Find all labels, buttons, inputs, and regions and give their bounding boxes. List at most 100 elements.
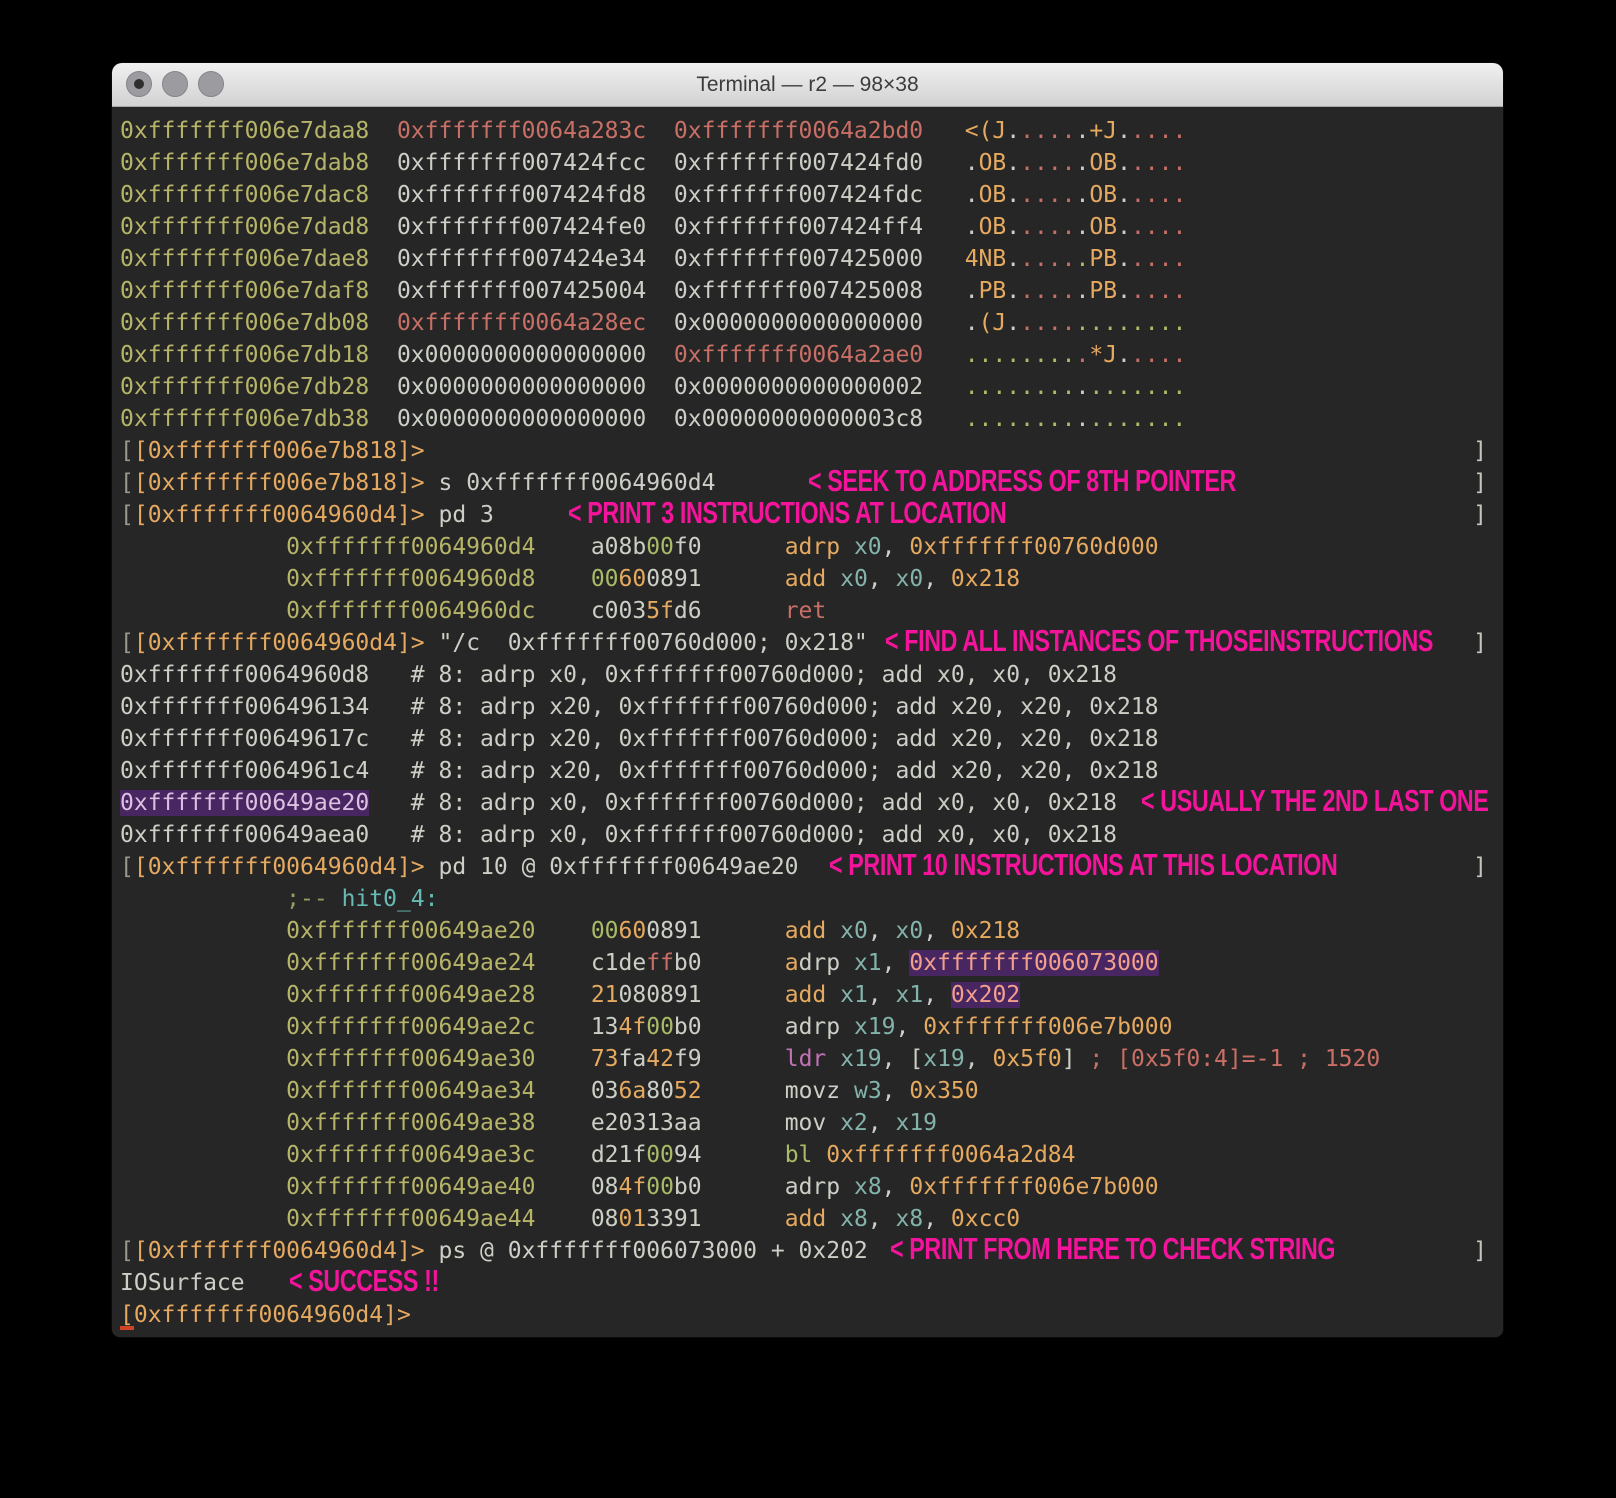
- terminal-text: ,: [923, 918, 951, 944]
- terminal-text: 03: [591, 1078, 619, 1104]
- annotation-text: < FIND ALL INSTANCES OF THOSEINSTRUCTION…: [885, 624, 1433, 658]
- terminal-text: add: [785, 566, 840, 592]
- terminal-text: [: [909, 1046, 923, 1072]
- terminal-text: .: [1075, 406, 1089, 432]
- terminal-text: OB: [979, 214, 1007, 240]
- terminal-text: 0xfffffff00649ae38: [286, 1110, 535, 1136]
- terminal-text: 0xfffffff00649ae28: [286, 982, 535, 1008]
- terminal-text: [120, 1014, 286, 1040]
- terminal-text: ,: [868, 918, 896, 944]
- terminal-text: .: [1117, 182, 1131, 208]
- terminal-text: ,: [868, 1110, 896, 1136]
- terminal-text: [120, 886, 286, 912]
- terminal-text: .: [965, 182, 979, 208]
- terminal-text: 0xfffffff006e7dad8: [120, 214, 369, 240]
- terminal-text: 00: [646, 1014, 674, 1040]
- terminal-text: ff: [646, 950, 674, 976]
- terminal-text: x19: [923, 1046, 965, 1072]
- terminal-text: .: [965, 310, 979, 336]
- terminal-text: 00: [646, 1174, 674, 1200]
- terminal-text: 0xfffffff00649ae2c: [286, 1014, 535, 1040]
- highlighted-text: 0xfffffff006073000: [909, 950, 1158, 976]
- terminal-text: 0xfffffff00649ae40: [286, 1174, 535, 1200]
- terminal-text: 0xfffffff006e7dac8: [120, 182, 369, 208]
- terminal-text: 08: [591, 1174, 619, 1200]
- terminal-text: ,: [868, 982, 896, 1008]
- terminal-text: mov: [785, 1110, 840, 1136]
- terminal-text: ]: [1062, 1046, 1076, 1072]
- terminal-text: 0x350: [909, 1078, 978, 1104]
- terminal-text: .: [1006, 150, 1020, 176]
- terminal-text: [0xfffffff0064960d4]>: [134, 630, 425, 656]
- terminal-text: 0x218: [951, 918, 1020, 944]
- terminal-text: [369, 246, 397, 272]
- terminal-text: .: [965, 214, 979, 240]
- terminal-text: ,: [882, 950, 910, 976]
- terminal-text: .: [1076, 118, 1090, 144]
- terminal-text: [535, 1206, 590, 1232]
- annotation: < PRINT 10 INSTRUCTIONS AT THIS LOCATION: [829, 848, 1503, 880]
- terminal-text: ........: [965, 374, 1076, 400]
- terminal-text: 0xfffffff007424fe0: [397, 214, 646, 240]
- terminal-line: 0xfffffff0064960d4 a08b00f0 adrp x0, 0xf…: [120, 531, 1495, 563]
- terminal-text: 0xfffffff006e7dae8: [120, 246, 369, 272]
- terminal-text: [369, 310, 397, 336]
- terminal-line: 0xfffffff006e7dad8 0xfffffff007424fe0 0x…: [120, 211, 1495, 243]
- terminal-text: c1de: [591, 950, 646, 976]
- terminal-output[interactable]: 0xfffffff006e7daa8 0xfffffff0064a283c 0x…: [112, 107, 1503, 1331]
- terminal-window: Terminal — r2 — 98×38 0xfffffff006e7daa8…: [112, 63, 1503, 1337]
- terminal-text: .: [1006, 246, 1020, 272]
- prompt-right-bracket: ]: [1473, 435, 1487, 467]
- terminal-text: ,: [882, 1078, 910, 1104]
- terminal-text: add: [785, 1206, 840, 1232]
- terminal-text: .: [1117, 278, 1131, 304]
- terminal-text: [702, 918, 785, 944]
- terminal-text: [369, 406, 397, 432]
- terminal-line: 0xfffffff00649ae20 00600891 add x0, x0, …: [120, 915, 1495, 947]
- annotation: < SEEK TO ADDRESS OF 8TH POINTER: [808, 464, 1379, 496]
- terminal-text: ,: [923, 982, 951, 1008]
- terminal-text: [369, 150, 397, 176]
- terminal-text: 0xfffffff006e7daa8: [120, 118, 369, 144]
- terminal-text: 0x0000000000000000: [397, 374, 646, 400]
- titlebar[interactable]: Terminal — r2 — 98×38: [112, 63, 1503, 107]
- terminal-line: [[0xfffffff0064960d4]> "/c 0xfffffff0076…: [120, 627, 1495, 659]
- terminal-text: [120, 1110, 286, 1136]
- terminal-text: ....: [1020, 182, 1075, 208]
- terminal-line: 0xfffffff00649ae40 084f00b0 adrp x8, 0xf…: [120, 1171, 1495, 1203]
- terminal-text: PB: [1089, 278, 1117, 304]
- terminal-text: 0xfffffff006e7db38: [120, 406, 369, 432]
- terminal-text: .: [1006, 278, 1020, 304]
- terminal-text: .: [1117, 246, 1131, 272]
- terminal-text: 4f: [619, 1174, 647, 1200]
- terminal-text: d21f: [591, 1142, 646, 1168]
- terminal-line: 0xfffffff00649617c # 8: adrp x20, 0xffff…: [120, 723, 1495, 755]
- terminal-text: [120, 982, 286, 1008]
- terminal-text: PB: [1089, 246, 1117, 272]
- annotation-text: < SUCCESS !!: [289, 1264, 439, 1298]
- terminal-text: [120, 1142, 286, 1168]
- terminal-text: ,: [923, 1206, 951, 1232]
- terminal-text: 0xfffffff00649ae3c: [286, 1142, 535, 1168]
- terminal-line: 0xfffffff0064960d8 00600891 add x0, x0, …: [120, 563, 1495, 595]
- terminal-text: x2: [840, 1110, 868, 1136]
- annotation: < PRINT FROM HERE TO CHECK STRING: [890, 1232, 1484, 1264]
- terminal-text: x1: [840, 982, 868, 1008]
- terminal-text: [923, 406, 965, 432]
- terminal-text: .: [1006, 182, 1020, 208]
- terminal-text: 60: [619, 918, 647, 944]
- annotation-text: < PRINT 3 INSTRUCTIONS AT LOCATION: [568, 496, 1006, 530]
- terminal-text: [0xfffffff0064960d4]>: [120, 1302, 411, 1328]
- terminal-text: [120, 1046, 286, 1072]
- terminal-line: 0xfffffff00649ae3c d21f0094 bl 0xfffffff…: [120, 1139, 1495, 1171]
- terminal-text: 0xfffffff006e7db08: [120, 310, 369, 336]
- terminal-text: 0xfffffff006e7b000: [909, 1174, 1158, 1200]
- terminal-text: ....: [1131, 278, 1186, 304]
- terminal-text: 0xfffffff00649ae30: [286, 1046, 535, 1072]
- terminal-text: [535, 1142, 590, 1168]
- terminal-text: .......: [1089, 374, 1186, 400]
- terminal-text: [923, 374, 965, 400]
- terminal-text: .: [1076, 214, 1090, 240]
- terminal-text: 0xfffffff00649ae44: [286, 1206, 535, 1232]
- terminal-text: ....: [1131, 342, 1186, 368]
